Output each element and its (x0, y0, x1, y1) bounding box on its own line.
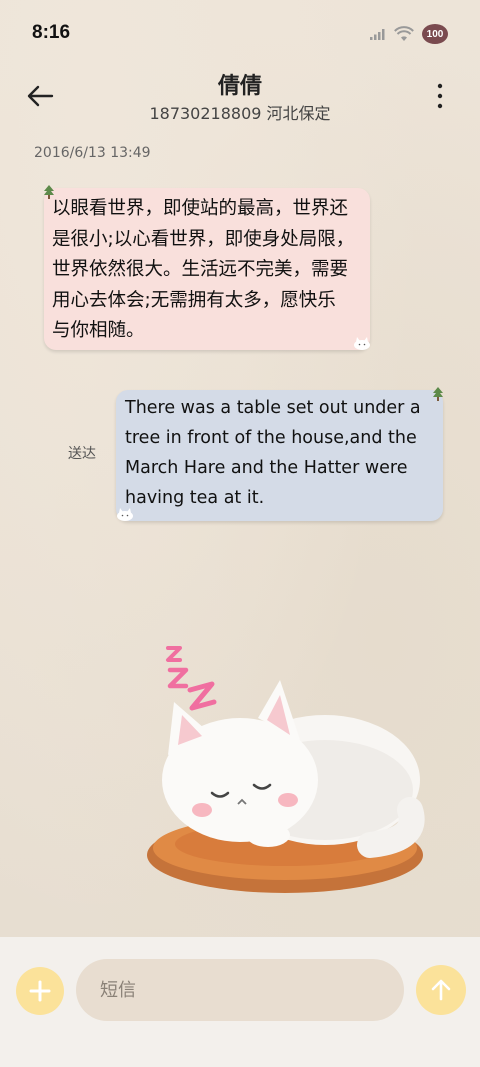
cat-decoration-icon (354, 337, 370, 350)
wifi-icon (394, 26, 414, 41)
cat-decoration-icon (117, 508, 133, 521)
status-icons: 100 (370, 24, 448, 44)
message-line: 是很小;以心看世界，即使身处局限， (52, 228, 355, 250)
delivery-status: 送达 (68, 446, 96, 462)
leaf-decoration-icon (44, 185, 54, 199)
message-line: 以眼看世界，即使站的最高，世界还 (52, 198, 349, 219)
message-line: tree in front of the house,and the (125, 428, 417, 448)
status-time: 8:16 (32, 22, 71, 43)
signal-icon (370, 29, 385, 40)
message-line: March Hare and the Hatter were (125, 458, 408, 478)
leaf-decoration-icon (433, 387, 443, 401)
contact-detail: 18730218809 河北保定 (149, 104, 331, 123)
battery-icon: 100 (422, 24, 448, 44)
battery-level: 100 (426, 28, 444, 40)
sleeping-cat-sticker (147, 646, 425, 893)
status-bar: 8:16 100 (0, 0, 480, 64)
message-line: 与你相随。 (52, 320, 145, 341)
message-timestamp: 2016/6/13 13:49 (34, 145, 151, 161)
incoming-message-bubble[interactable]: 以眼看世界，即使站的最高，世界还 是很小;以心看世界，即使身处局限， 世界依然很… (44, 188, 370, 350)
message-line: 用心去体会;无需拥有太多，愿快乐 (52, 289, 336, 311)
outgoing-message-bubble[interactable]: There was a table set out under a tree i… (116, 390, 443, 521)
more-vert-icon[interactable] (434, 80, 446, 112)
message-line: having tea at it. (125, 488, 265, 508)
message-input[interactable] (76, 959, 404, 1021)
sms-conversation-screen: 8:16 100 倩倩 18730218809 河北保定 2016/6/13 1… (0, 0, 480, 1067)
contact-name: 倩倩 (217, 74, 262, 99)
send-arrow-icon (431, 979, 451, 1001)
composer-bar (0, 937, 480, 1067)
message-line: 世界依然很大。生活远不完美，需要 (52, 259, 349, 280)
conversation-header: 倩倩 18730218809 河北保定 (0, 64, 480, 128)
send-button[interactable] (416, 965, 466, 1015)
add-attachment-button[interactable] (16, 967, 64, 1015)
plus-icon (29, 980, 51, 1002)
message-line: There was a table set out under a (125, 398, 421, 418)
